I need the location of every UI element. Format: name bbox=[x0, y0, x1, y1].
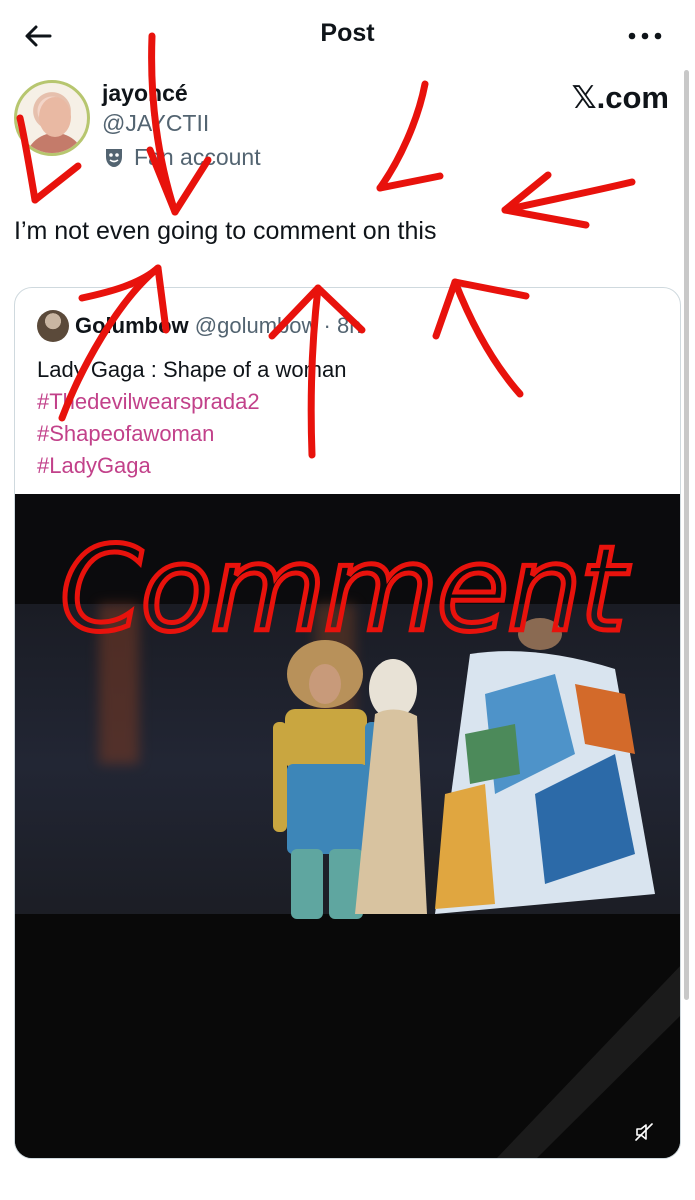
video-frame-figures bbox=[273, 618, 680, 1158]
hashtag-link[interactable]: #Shapeofawoman bbox=[37, 418, 346, 450]
quoted-author-avatar[interactable] bbox=[37, 310, 69, 342]
author-handle[interactable]: @JAYCTII bbox=[102, 110, 209, 137]
video-player[interactable] bbox=[15, 494, 680, 1158]
top-bar: Post bbox=[0, 0, 695, 70]
quoted-post-card[interactable]: Golumbow @golumbow · 8h Lady Gaga : Shap… bbox=[14, 287, 681, 1159]
post-text: I’m not even going to comment on this bbox=[14, 217, 437, 245]
scrollbar[interactable] bbox=[684, 70, 689, 1000]
theater-mask-icon bbox=[102, 146, 126, 170]
quoted-author-handle[interactable]: @golumbow bbox=[195, 313, 318, 338]
more-options-button[interactable] bbox=[625, 22, 665, 50]
hashtag-link[interactable]: #Thedevilwearsprada2 bbox=[37, 386, 346, 418]
x-brand-logo: 𝕏.com bbox=[571, 80, 669, 115]
quoted-post-body: Lady Gaga : Shape of a woman #Thedevilwe… bbox=[37, 354, 346, 482]
quoted-author-name[interactable]: Golumbow bbox=[75, 313, 189, 338]
fan-account-text: Fan account bbox=[134, 144, 261, 170]
author-avatar[interactable] bbox=[14, 80, 90, 156]
quoted-post-text: Lady Gaga : Shape of a woman bbox=[37, 357, 347, 382]
author-display-name[interactable]: jayoncé bbox=[102, 80, 188, 107]
fan-account-label: Fan account bbox=[102, 144, 261, 171]
hashtag-link[interactable]: #LadyGaga bbox=[37, 450, 346, 482]
quoted-post-header: Golumbow @golumbow · 8h bbox=[75, 313, 361, 339]
mute-button[interactable] bbox=[632, 1120, 656, 1144]
volume-muted-icon bbox=[635, 1123, 653, 1141]
quoted-post-time[interactable]: 8h bbox=[337, 313, 361, 338]
page-title: Post bbox=[320, 19, 375, 47]
quoted-separator: · bbox=[323, 313, 331, 338]
more-horizontal-icon bbox=[628, 32, 662, 40]
